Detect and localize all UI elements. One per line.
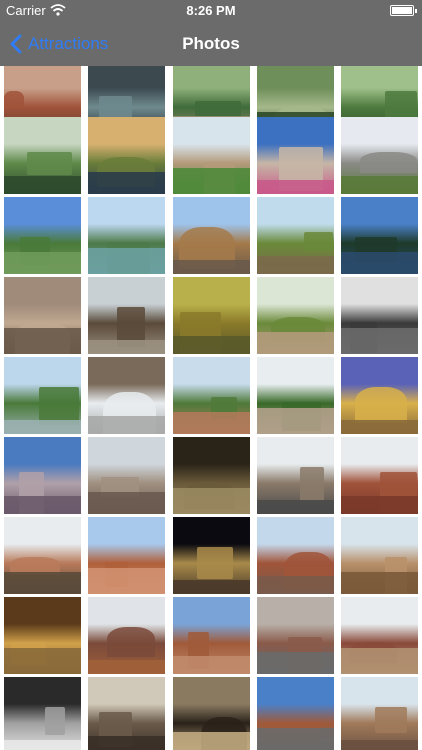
status-time: 8:26 PM xyxy=(186,3,236,18)
photo-snowy-ruins[interactable] xyxy=(88,357,166,434)
photo-night-church[interactable] xyxy=(172,517,250,594)
battery-icon xyxy=(390,5,417,16)
photo-park-fountain[interactable] xyxy=(4,357,81,434)
photo-row xyxy=(4,197,418,274)
photo-canal-trees[interactable] xyxy=(256,197,334,274)
photo-brick-facade[interactable] xyxy=(88,517,166,594)
photo-willow-pond[interactable] xyxy=(4,117,81,194)
photo-bench-park[interactable] xyxy=(172,197,250,274)
photo-tree-pond[interactable] xyxy=(4,197,81,274)
photo-stone-church[interactable] xyxy=(341,677,418,750)
photo-church-interior[interactable] xyxy=(88,677,166,750)
photo-bare-tree[interactable] xyxy=(88,277,166,354)
photo-row xyxy=(4,677,418,750)
photo-row xyxy=(4,277,418,354)
photo-autumn-lake[interactable] xyxy=(88,117,166,194)
photo-duomo-gold[interactable] xyxy=(341,357,418,434)
photo-arcade-courtyard[interactable] xyxy=(256,597,334,674)
photo-red-church[interactable] xyxy=(341,437,418,514)
photo-villa-lawn[interactable] xyxy=(172,117,250,194)
photo-gold-apse[interactable] xyxy=(4,597,81,674)
photo-grid xyxy=(4,66,418,750)
photo-duomo-facade[interactable] xyxy=(4,437,81,514)
photo-dark-lake[interactable] xyxy=(341,197,418,274)
photo-row xyxy=(4,357,418,434)
page-title: Photos xyxy=(182,34,240,53)
photo-villa-trees[interactable] xyxy=(172,357,250,434)
photo-church-nave[interactable] xyxy=(172,437,250,514)
photo-yellow-woods[interactable] xyxy=(172,277,250,354)
photo-palace-flowers[interactable] xyxy=(256,117,334,194)
photo-basilica-front[interactable] xyxy=(256,677,334,750)
photo-dome-church[interactable] xyxy=(341,597,418,674)
photo-arched-hall[interactable] xyxy=(172,597,250,674)
photo-vaulted-nave[interactable] xyxy=(172,677,250,750)
photo-fort-wall[interactable] xyxy=(256,357,334,434)
photo-row xyxy=(4,117,418,194)
photo-church-square[interactable] xyxy=(256,517,334,594)
photo-dark-garden[interactable] xyxy=(341,277,418,354)
photo-city-panorama[interactable] xyxy=(4,277,81,354)
navigation-bar: Attractions Photos xyxy=(0,22,422,66)
photo-row xyxy=(4,437,418,514)
photo-cloister[interactable] xyxy=(88,597,166,674)
photo-castle-walls[interactable] xyxy=(341,117,418,194)
status-bar: Carrier 8:26 PM xyxy=(0,0,422,22)
photo-duomo-spires[interactable] xyxy=(88,437,166,514)
photo-galleria[interactable] xyxy=(256,437,334,514)
photo-fresco-wall[interactable] xyxy=(4,677,81,750)
photo-green-lake[interactable] xyxy=(88,197,166,274)
photo-hay-bale[interactable] xyxy=(256,277,334,354)
photo-bell-tower[interactable] xyxy=(4,517,81,594)
photo-brick-tower[interactable] xyxy=(341,517,418,594)
photo-row xyxy=(4,597,418,674)
photo-row xyxy=(4,517,418,594)
